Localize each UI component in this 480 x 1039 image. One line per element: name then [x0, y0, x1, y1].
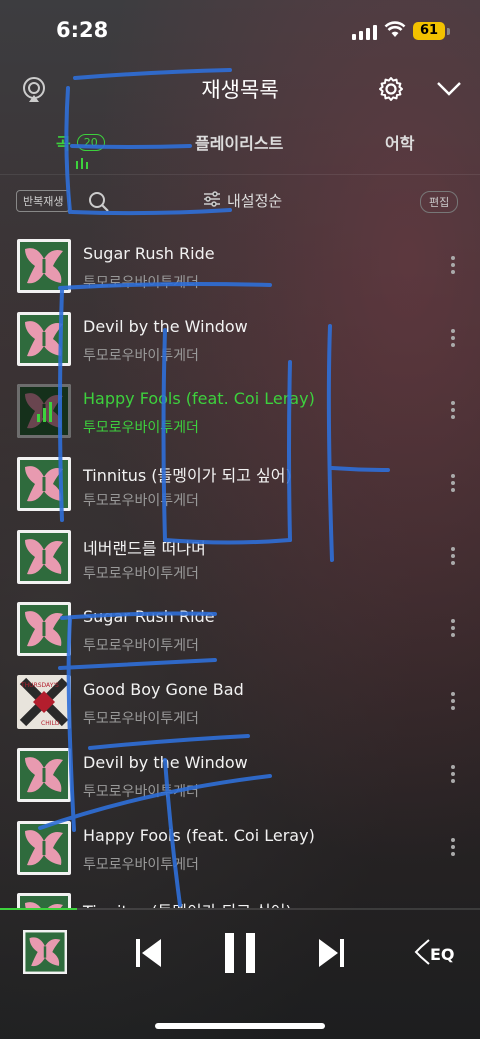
pause-button[interactable] — [224, 932, 256, 978]
equalizer-button[interactable]: EQ — [414, 938, 455, 970]
home-indicator — [155, 1023, 325, 1029]
speaker-icon — [414, 938, 430, 970]
song-artist: 투모로우바이투게더 — [83, 493, 199, 510]
svg-text:CHILD: CHILD — [41, 720, 60, 727]
more-options-icon[interactable] — [448, 619, 458, 638]
album-art: THURSDAY'S CHILD — [17, 675, 71, 730]
now-playing-icon — [17, 384, 71, 439]
album-art — [17, 384, 71, 439]
edit-button[interactable]: 편집 — [420, 191, 459, 213]
album-art — [17, 311, 71, 366]
cellular-signal-icon — [352, 25, 377, 40]
mini-player: EQ — [0, 910, 480, 998]
song-title: Sugar Rush Ride — [83, 607, 215, 627]
song-row[interactable]: Tinnitus (돌멩이가 되고 싶어) 투모로우바이투게더 — [0, 448, 480, 521]
previous-track-button[interactable] — [134, 938, 164, 972]
playlist-header: 재생목록 — [0, 64, 480, 116]
tab-songs-label: 곡 — [56, 134, 71, 153]
sort-button[interactable]: 내설정순 — [203, 190, 282, 211]
battery-indicator: 61 — [413, 22, 445, 40]
more-options-icon[interactable] — [448, 474, 458, 493]
tab-bar: 곡 20 플레이리스트 어학 — [0, 118, 480, 175]
song-row[interactable]: 네버랜드를 떠나며투모로우바이투게더 — [0, 521, 480, 594]
song-title: Happy Fools (feat. Coi Leray) — [83, 389, 315, 409]
song-title: 네버랜드를 떠나며 — [83, 538, 206, 558]
album-art — [17, 747, 71, 802]
song-title: Tinnitus (돌멩이가 되고 싶어) — [83, 898, 292, 908]
song-artist: 투모로우바이투게더 — [83, 275, 199, 291]
album-art — [17, 893, 71, 908]
tab-songs[interactable]: 곡 20 — [56, 130, 105, 154]
equalizer-label: EQ — [430, 944, 455, 964]
more-options-icon[interactable] — [448, 328, 458, 347]
album-art — [17, 239, 71, 293]
song-artist: 투모로우바이투게더 — [83, 347, 199, 364]
tab-songs-count: 20 — [76, 133, 105, 151]
song-artist: 투모로우바이투게더 — [83, 856, 199, 873]
search-icon[interactable] — [88, 191, 110, 217]
sort-label: 내설정순 — [227, 192, 283, 210]
song-title: Tinnitus (돌멩이가 되고 싶어) — [83, 466, 292, 486]
song-row[interactable]: Devil by the Window 투모로우바이투게더 — [0, 739, 480, 812]
page-title: 재생목록 — [201, 78, 279, 102]
song-row[interactable]: Sugar Rush Ride 투모로우바이투게더 — [0, 230, 480, 303]
song-list: Sugar Rush Ride 투모로우바이투게더 Devil by the Win… — [0, 230, 480, 908]
list-toolbar: 반복재생 내설정순 편집 — [0, 184, 480, 220]
more-options-icon[interactable] — [448, 546, 458, 565]
tab-playlists[interactable]: 플레이리스트 — [195, 130, 283, 154]
sort-icon — [203, 190, 221, 211]
active-tab-indicator — [76, 158, 88, 169]
song-row[interactable]: Tinnitus (돌멩이가 되고 싶어)투모로우바이투게더 — [0, 884, 480, 908]
song-row[interactable]: Devil by the Window 투모로우바이투게더 — [0, 303, 480, 376]
tab-language[interactable]: 어학 — [385, 130, 414, 154]
wifi-icon — [384, 20, 406, 42]
next-track-button[interactable] — [316, 938, 346, 972]
more-options-icon[interactable] — [448, 256, 458, 274]
album-art — [17, 457, 71, 512]
song-row[interactable]: Happy Fools (feat. Coi Leray) 투모로우바이투게더 — [0, 375, 480, 448]
album-art — [17, 529, 71, 584]
song-title: Devil by the Window — [83, 316, 248, 336]
status-bar: 6:28 61 — [0, 0, 480, 64]
svg-text:THURSDAY'S: THURSDAY'S — [20, 682, 59, 689]
song-artist: 투모로우바이투게더 — [83, 638, 199, 655]
song-row[interactable]: Happy Fools (feat. Coi Leray) 투모로우바이투게더 — [0, 812, 480, 885]
song-row[interactable]: Sugar Rush Ride 투모로우바이투게더 — [0, 593, 480, 666]
song-title: Good Boy Gone Bad — [83, 680, 244, 700]
song-title: Happy Fools (feat. Coi Leray) — [83, 825, 315, 845]
song-row[interactable]: THURSDAY'S CHILD Good Boy Gone Bad 투모로우바이투게… — [0, 666, 480, 739]
battery-tip — [447, 28, 450, 35]
song-title: Devil by the Window — [83, 752, 248, 772]
album-art — [17, 820, 71, 875]
chevron-down-icon[interactable] — [436, 80, 462, 102]
song-artist: 투모로우바이투게더 — [83, 420, 199, 437]
more-options-icon[interactable] — [448, 764, 458, 783]
repeat-button[interactable]: 반복재생 — [16, 190, 71, 212]
now-playing-album-art[interactable] — [23, 930, 67, 974]
song-artist: 투모로우바이투게더 — [83, 565, 199, 582]
more-options-icon[interactable] — [448, 401, 458, 420]
more-options-icon[interactable] — [448, 837, 458, 856]
song-artist: 투모로우바이투게더 — [83, 711, 199, 728]
song-artist: 투모로우바이투게더 — [83, 783, 199, 800]
more-options-icon[interactable] — [448, 692, 458, 711]
song-title: Sugar Rush Ride — [83, 244, 215, 263]
gear-icon[interactable] — [377, 75, 405, 107]
status-time: 6:28 — [56, 18, 109, 42]
album-art — [17, 602, 71, 657]
